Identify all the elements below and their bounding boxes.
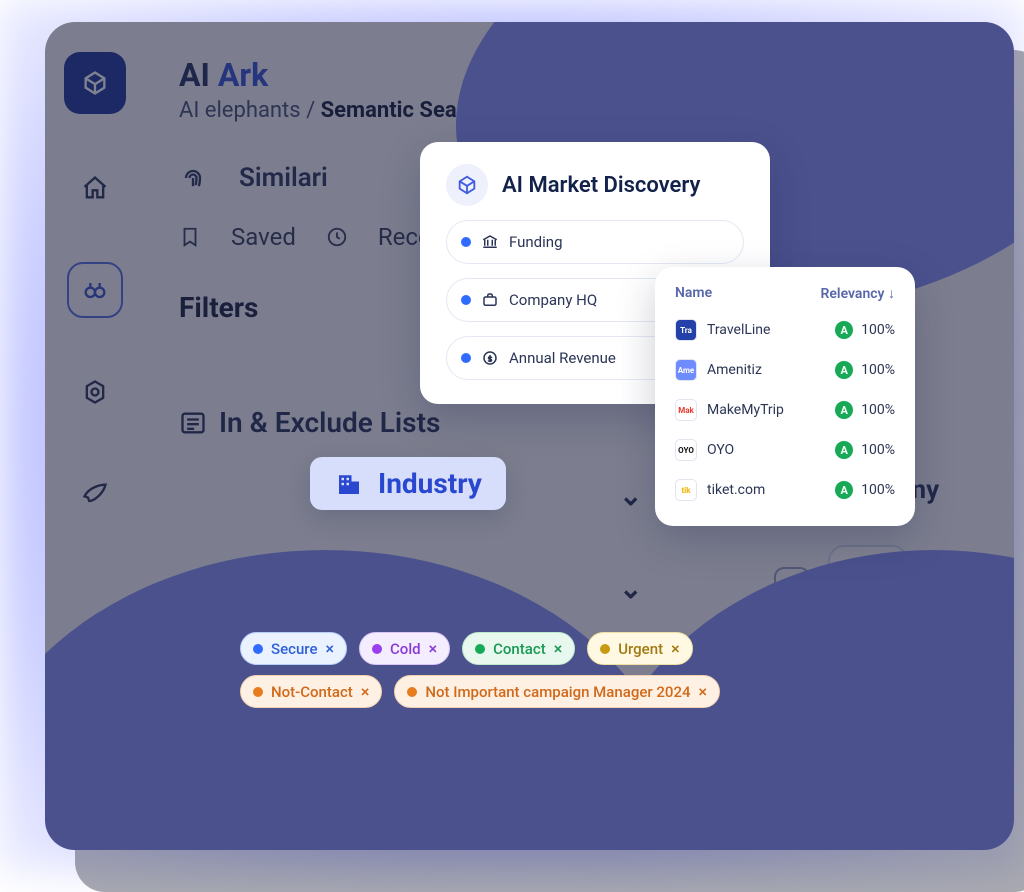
result-row[interactable]: OYO OYO A 100% (673, 430, 897, 470)
industry-chip[interactable]: Industry (310, 457, 506, 510)
sidebar-item-send[interactable] (67, 466, 123, 522)
result-name: Amenitiz (707, 362, 762, 378)
grade-badge: A (835, 361, 853, 379)
tag-not-contact[interactable]: Not-Contact × (240, 675, 382, 708)
tag-dot-icon (475, 644, 485, 654)
briefcase-icon (481, 291, 499, 309)
close-icon[interactable]: × (671, 639, 680, 658)
result-name: tiket.com (707, 482, 765, 498)
result-name: OYO (707, 442, 734, 458)
tag-label: Not Important campaign Manager 2024 (425, 683, 690, 701)
lists-section-label: In & Exclude Lists (219, 406, 440, 439)
close-icon[interactable]: × (699, 682, 708, 701)
filter-pill-funding[interactable]: Funding (446, 220, 744, 264)
sidebar-item-home[interactable] (67, 160, 123, 216)
company-logo-icon: Mak (675, 399, 697, 421)
tag-label: Secure (271, 640, 318, 658)
result-relevancy: 100% (861, 442, 895, 458)
company-logo-icon: OYO (675, 439, 697, 461)
tag-group: Secure×Cold×Contact×Urgent×Not-Contact×N… (240, 632, 800, 708)
tag-dot-icon (253, 687, 263, 697)
results-card: Name Relevancy ↓ TraTravelLineA100%AmeAm… (655, 267, 915, 526)
sidebar-item-settings[interactable] (67, 364, 123, 420)
close-icon[interactable]: × (429, 639, 438, 658)
status-dot-icon (461, 237, 471, 247)
company-logo-icon: Tra (675, 319, 697, 341)
tag-label: Not-Contact (271, 683, 353, 701)
building-icon (334, 469, 364, 499)
status-dot-icon (461, 295, 471, 305)
cube-icon (446, 164, 488, 206)
sidebar-item-discover[interactable] (67, 262, 123, 318)
grade-badge: A (835, 481, 853, 499)
dollar-circle-icon (481, 349, 499, 367)
brand-part2: Ark (218, 56, 268, 94)
tag-secure[interactable]: Secure × (240, 632, 347, 665)
filter-pill-label: Annual Revenue (509, 349, 616, 367)
grade-badge: A (835, 401, 853, 419)
result-name: TravelLine (707, 322, 770, 338)
clock-icon (326, 226, 348, 248)
tag-label: Contact (493, 640, 546, 658)
filter-pill-label: Funding (509, 233, 563, 251)
result-relevancy: 100% (861, 482, 895, 498)
industry-chip-label: Industry (378, 467, 482, 500)
discovery-title: AI Market Discovery (502, 173, 700, 198)
list-icon (179, 409, 207, 437)
company-logo-icon: tik (675, 479, 697, 501)
breadcrumb-prefix: AI elephants / (179, 98, 315, 123)
close-icon[interactable]: × (361, 682, 370, 701)
grade-badge: A (835, 441, 853, 459)
tab-similarity[interactable]: Similari (239, 163, 328, 193)
grade-badge: A (835, 321, 853, 339)
tag-dot-icon (372, 644, 382, 654)
close-icon[interactable]: × (326, 639, 335, 658)
result-relevancy: 100% (861, 322, 895, 338)
tag-dot-icon (407, 687, 417, 697)
result-name: MakeMyTrip (707, 402, 784, 418)
result-relevancy: 100% (861, 362, 895, 378)
result-relevancy: 100% (861, 402, 895, 418)
tag-cold[interactable]: Cold × (359, 632, 450, 665)
result-row[interactable]: tik tiket.com A 100% (673, 470, 897, 510)
tag-label: Cold (390, 640, 421, 658)
result-row[interactable]: Mak MakeMyTrip A 100% (673, 390, 897, 430)
app-logo[interactable] (64, 52, 126, 114)
bookmark-icon (179, 226, 201, 248)
tag-label: Urgent (618, 640, 663, 658)
saved-link[interactable]: Saved (231, 223, 296, 251)
tag-dot-icon (600, 644, 610, 654)
result-row[interactable]: Ame Amenitiz A 100% (673, 350, 897, 390)
tag-dot-icon (253, 644, 263, 654)
col-name[interactable]: Name (675, 285, 712, 302)
result-row[interactable]: Tra TravelLine A 100% (673, 310, 897, 350)
tag-not-important-campaign-manager-2024[interactable]: Not Important campaign Manager 2024 × (394, 675, 720, 708)
close-icon[interactable]: × (554, 639, 563, 658)
col-relevancy[interactable]: Relevancy ↓ (821, 285, 896, 302)
bank-icon (481, 233, 499, 251)
brand-part1: AI (179, 56, 210, 94)
tag-contact[interactable]: Contact × (462, 632, 575, 665)
fingerprint-icon (179, 164, 207, 192)
company-logo-icon: Ame (675, 359, 697, 381)
tag-urgent[interactable]: Urgent × (587, 632, 692, 665)
filter-pill-label: Company HQ (509, 291, 597, 309)
status-dot-icon (461, 353, 471, 363)
